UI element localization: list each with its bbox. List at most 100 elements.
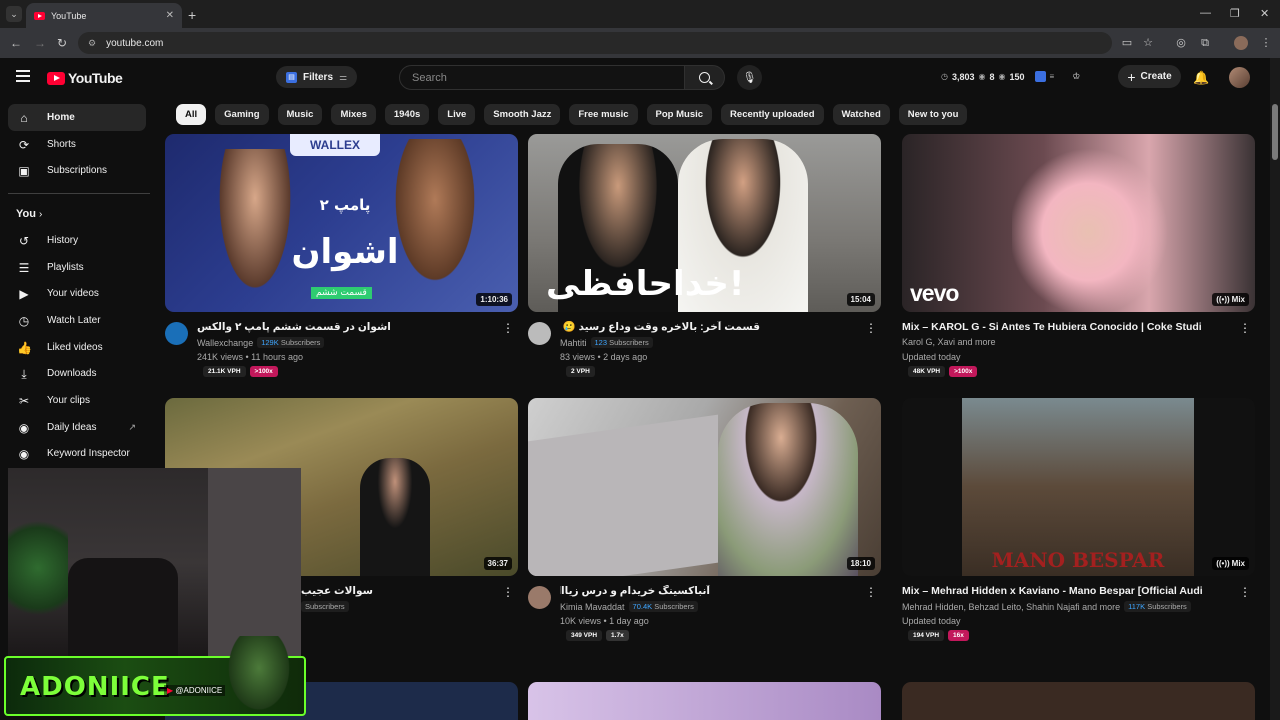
notifications-bell-icon[interactable]: 🔔 <box>1193 70 1209 86</box>
sidebar-item-daily-ideas[interactable]: ◉ Daily Ideas ↗ <box>8 414 146 441</box>
chip-watched[interactable]: Watched <box>832 104 890 125</box>
video-title[interactable]: سوالات عجیب <box>301 585 481 598</box>
video-title[interactable]: قسمت آخر: بالاخره وقت وداع رسید 🥲 ✈️ 😟 <box>560 321 760 334</box>
sidebar-item-shorts[interactable]: ⟳ Shorts <box>8 131 146 158</box>
stat-value: 3,803 <box>951 71 975 82</box>
video-thumbnail[interactable] <box>902 682 1255 720</box>
video-card[interactable]: WALLEX پامپ ۲ اشوان قسمت ششم 1:10:36 اشو… <box>165 134 518 382</box>
extension-icon[interactable]: ◎ <box>1174 36 1188 50</box>
menu-icon[interactable] <box>16 70 30 82</box>
sidebar-item-downloads[interactable]: ⤓ Downloads <box>8 360 146 387</box>
chip-all[interactable]: All <box>176 104 207 125</box>
more-options-icon[interactable]: ⋮ <box>865 321 877 335</box>
video-card[interactable]: 18:10 آنباکسینگ خریدام و درس زیاااادد Ki… <box>528 398 881 646</box>
tab-search-button[interactable]: ⌄ <box>6 6 22 22</box>
subscriptions-icon: ▣ <box>18 163 30 178</box>
video-views: Updated today <box>902 352 961 362</box>
channel-name[interactable]: Wallexchange 129K Subscribers <box>197 337 325 348</box>
scrollbar-thumb[interactable] <box>1272 104 1278 160</box>
multiplier-badge: >100x <box>249 366 278 377</box>
more-options-icon[interactable]: ⋮ <box>1239 321 1251 335</box>
chip-free-music[interactable]: Free music <box>569 104 638 125</box>
trophy-icon[interactable]: ♔ <box>1072 71 1080 82</box>
tab-close-icon[interactable]: ✕ <box>166 10 174 21</box>
video-card[interactable]: خداحافظی! 15:04 قسمت آخر: بالاخره وقت ود… <box>528 134 881 382</box>
forward-icon[interactable]: → <box>34 36 46 50</box>
person-figure <box>210 149 300 312</box>
voice-search-button[interactable]: 🎙 <box>737 65 762 90</box>
bookmark-star-icon[interactable]: ☆ <box>1141 36 1155 50</box>
sidebar-item-keyword-inspector[interactable]: ◉ Keyword Inspector <box>8 440 146 467</box>
video-card[interactable]: vevo ((•)) Mix Mix – KAROL G - Si Antes T… <box>902 134 1255 382</box>
browser-menu-icon[interactable]: ⋮ <box>1259 36 1273 50</box>
reload-icon[interactable]: ↻ <box>57 36 67 50</box>
video-title[interactable]: آنباکسینگ خریدام و درس زیاااادد <box>560 585 710 598</box>
sidebar-item-history[interactable]: ↺ History <box>8 227 146 254</box>
video-title[interactable]: Mix – KAROL G - Si Antes Te Hubiera Cono… <box>902 321 1202 334</box>
more-options-icon[interactable]: ⋮ <box>502 585 514 599</box>
sidebar-item-your-clips[interactable]: ✂ Your clips <box>8 387 146 414</box>
channel-avatar[interactable] <box>165 322 188 345</box>
filters-label: Filters <box>303 71 334 83</box>
more-options-icon[interactable]: ⋮ <box>1239 585 1251 599</box>
channel-name[interactable]: Karol G, Xavi and more <box>902 337 996 347</box>
back-icon[interactable]: ← <box>10 36 22 50</box>
chip-smooth-jazz[interactable]: Smooth Jazz <box>484 104 561 125</box>
channel-avatar[interactable] <box>528 586 551 609</box>
restore-icon[interactable]: ❐ <box>1230 7 1240 20</box>
video-thumbnail[interactable] <box>528 682 881 720</box>
more-options-icon[interactable]: ⋮ <box>502 321 514 335</box>
video-thumbnail[interactable]: 18:10 <box>528 398 881 576</box>
list-icon[interactable]: ≡ <box>1050 72 1055 81</box>
chip-new-to-you[interactable]: New to you <box>898 104 968 125</box>
channel-avatar[interactable] <box>528 322 551 345</box>
cast-icon[interactable]: ▭ <box>1120 36 1134 50</box>
video-thumbnail[interactable]: vevo ((•)) Mix <box>902 134 1255 312</box>
search-input[interactable] <box>399 65 685 90</box>
channel-name[interactable]: Mahtiti 123 Subscribers <box>560 337 653 348</box>
extension-badge-icon[interactable] <box>1034 71 1046 82</box>
search-button[interactable] <box>684 65 725 90</box>
sidebar-item-your-videos[interactable]: ▶ Your videos <box>8 280 146 307</box>
profile-avatar-icon[interactable] <box>1234 36 1248 50</box>
chip-music[interactable]: Music <box>277 104 323 125</box>
chip-gaming[interactable]: Gaming <box>215 104 269 125</box>
video-card[interactable]: MANO BESPAR ((•)) Mix Mix – Mehrad Hidden… <box>902 398 1255 646</box>
extensions-puzzle-icon[interactable]: ⧉ <box>1198 36 1212 50</box>
address-bar[interactable]: ⚙ youtube.com <box>78 32 1112 54</box>
youtube-logo[interactable]: YouTube <box>47 70 123 86</box>
video-thumbnail[interactable]: MANO BESPAR ((•)) Mix <box>902 398 1255 576</box>
account-avatar[interactable] <box>1229 67 1250 88</box>
minimize-icon[interactable]: — <box>1200 7 1211 19</box>
new-tab-icon[interactable]: + <box>188 7 196 23</box>
filters-ext-icon: ▤ <box>286 71 297 83</box>
chip-recently-uploaded[interactable]: Recently uploaded <box>721 104 824 125</box>
channel-name[interactable]: Mehrad Hidden, Behzad Leito, Shahin Naja… <box>902 601 1191 612</box>
more-options-icon[interactable]: ⋮ <box>865 585 877 599</box>
channel-name[interactable]: Kimia Mavaddat 70.4K Subscribers <box>560 601 698 612</box>
channel-name[interactable]: Subscribers <box>301 601 349 612</box>
sidebar-item-subscriptions[interactable]: ▣ Subscriptions <box>8 157 146 184</box>
sidebar-item-label: Watch Later <box>47 315 101 326</box>
sidebar-you-heading[interactable]: You › <box>16 208 42 220</box>
url-text: youtube.com <box>106 37 164 49</box>
sidebar-item-liked-videos[interactable]: 👍 Liked videos <box>8 334 146 361</box>
browser-tab[interactable]: YouTube ✕ <box>26 3 182 28</box>
chip-live[interactable]: Live <box>438 104 476 125</box>
create-button[interactable]: + Create <box>1118 65 1181 88</box>
sidebar-item-home[interactable]: ⌂ Home <box>8 104 146 131</box>
video-thumbnail[interactable]: WALLEX پامپ ۲ اشوان قسمت ششم 1:10:36 <box>165 134 518 312</box>
video-title[interactable]: Mix – Mehrad Hidden x Kaviano - Mano Bes… <box>902 585 1202 598</box>
video-title[interactable]: اشوان در قسمت ششم پامپ ۲ والکس <box>197 321 477 334</box>
filters-button[interactable]: ▤ Filters ⚌ <box>276 66 358 88</box>
video-thumbnail[interactable]: خداحافظی! 15:04 <box>528 134 881 312</box>
site-info-icon[interactable]: ⚙ <box>88 38 96 49</box>
chip-pop-music[interactable]: Pop Music <box>646 104 713 125</box>
chip-mixes[interactable]: Mixes <box>331 104 376 125</box>
external-link-icon: ↗ <box>128 422 136 432</box>
sidebar-item-watch-later[interactable]: ◷ Watch Later <box>8 307 146 334</box>
chip-1940s[interactable]: 1940s <box>384 104 430 125</box>
close-window-icon[interactable]: ✕ <box>1260 7 1269 20</box>
sidebar-item-playlists[interactable]: ☰ Playlists <box>8 254 146 281</box>
thumb-brand: WALLEX <box>290 134 380 156</box>
